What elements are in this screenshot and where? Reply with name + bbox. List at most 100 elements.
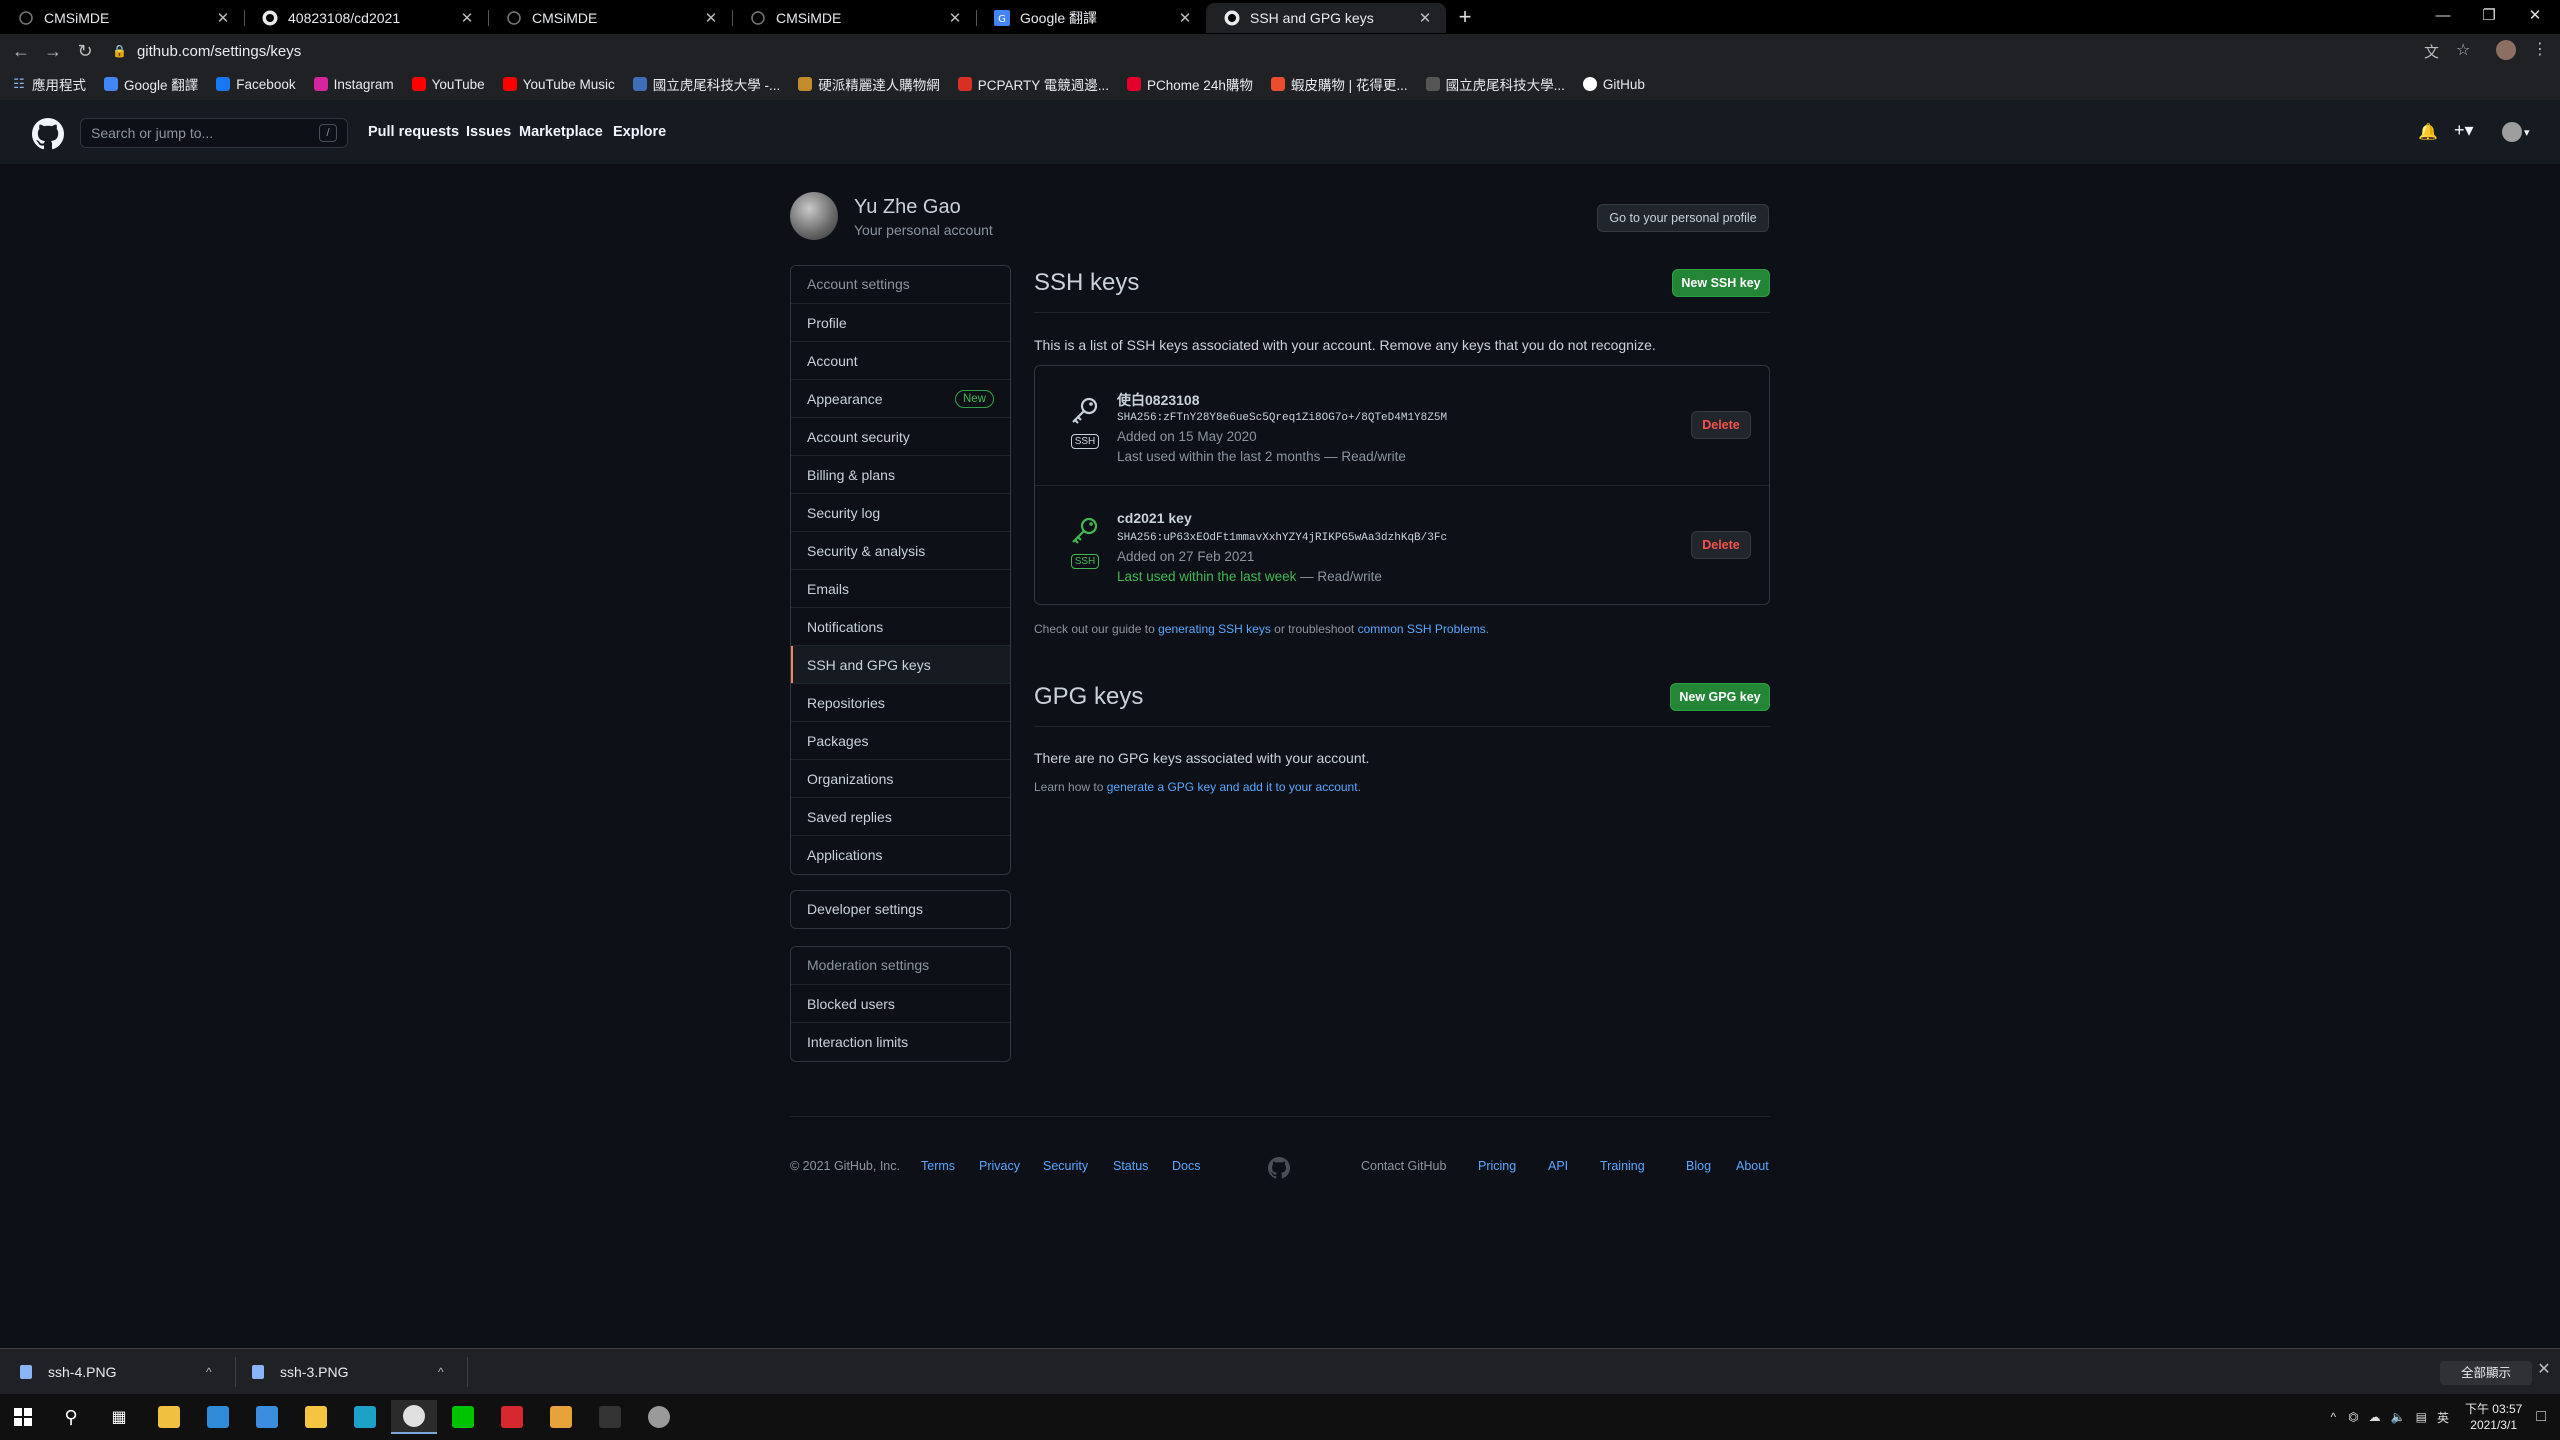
footer-link-blog[interactable]: Blog [1686,1159,1711,1173]
github-logo-icon[interactable] [32,118,64,150]
reload-button[interactable]: ↻ [72,38,98,64]
sidebar-item-account[interactable]: Account [791,342,1010,380]
sidebar-item-notifications[interactable]: Notifications [791,608,1010,646]
close-icon[interactable]: ✕ [2532,1359,2556,1379]
sidebar-item-security-log[interactable]: Security log [791,494,1010,532]
close-icon[interactable]: ✕ [1176,9,1194,27]
footer-link-pricing[interactable]: Pricing [1478,1159,1516,1173]
sidebar-item-packages[interactable]: Packages [791,722,1010,760]
bookmark-item[interactable]: GitHub [1582,77,1645,92]
generate-gpg-key-link[interactable]: generate a GPG key and add it to your ac… [1107,780,1358,794]
translate-icon[interactable]: 文 [2424,41,2439,62]
browser-tab[interactable]: CMSiMDE ✕ [732,3,976,33]
bookmark-item[interactable]: YouTube [411,77,485,92]
windows-start-icon[interactable] [0,1400,46,1434]
bookmark-item[interactable]: Instagram [313,77,394,92]
chevron-down-icon[interactable]: ▾ [2524,126,2530,139]
bookmark-item[interactable]: PCPARTY 電競週邊... [957,74,1109,94]
go-to-profile-button[interactable]: Go to your personal profile [1597,204,1769,232]
close-icon[interactable]: ✕ [702,9,720,27]
sidebar-item-blocked-users[interactable]: Blocked users [791,985,1010,1023]
chevron-up-icon[interactable]: ^ [2331,1410,2337,1424]
close-window-button[interactable]: ✕ [2512,2,2558,30]
sidebar-item-billing-plans[interactable]: Billing & plans [791,456,1010,494]
azure-icon[interactable] [195,1400,241,1434]
footer-link-status[interactable]: Status [1113,1159,1148,1173]
sidebar-item-developer-settings[interactable]: Developer settings [791,891,1010,928]
search-icon[interactable]: ⚲ [48,1400,94,1434]
sidebar-item-saved-replies[interactable]: Saved replies [791,798,1010,836]
user-avatar-menu[interactable] [2502,122,2522,142]
close-icon[interactable]: ✕ [214,9,232,27]
app-round-icon[interactable] [636,1400,682,1434]
bookmark-item[interactable]: YouTube Music [502,77,615,92]
notifications-bell-icon[interactable]: 🔔 [2418,122,2438,142]
bookmark-item[interactable]: 國立虎尾科技大學... [1425,74,1565,94]
browser-tab[interactable]: SSH and GPG keys ✕ [1206,3,1446,33]
generating-ssh-keys-link[interactable]: generating SSH keys [1158,622,1271,636]
footer-link-api[interactable]: API [1548,1159,1568,1173]
footer-contact-link[interactable]: Contact GitHub [1361,1159,1446,1173]
common-ssh-problems-link[interactable]: common SSH Problems [1358,622,1486,636]
star-icon[interactable]: ☆ [2456,40,2470,60]
chevron-up-icon[interactable]: ^ [206,1365,212,1379]
address-bar[interactable]: 🔒 github.com/settings/keys [112,37,2470,65]
clock[interactable]: 下午 03:57 2021/3/1 [2465,1401,2522,1433]
show-all-downloads-button[interactable]: 全部顯示 [2440,1361,2532,1385]
bookmark-item[interactable]: Google 翻譯 [104,74,198,94]
download-item[interactable]: ssh-3.PNG ^ [252,1357,452,1387]
sidebar-item-applications[interactable]: Applications [791,836,1010,874]
notification-center-icon[interactable]: □ [2536,1408,2546,1426]
sidebar-item-emails[interactable]: Emails [791,570,1010,608]
github-footer-logo-icon[interactable] [1268,1157,1290,1179]
terminal-icon[interactable] [587,1400,633,1434]
new-gpg-key-button[interactable]: New GPG key [1670,683,1770,711]
browser-tab[interactable]: G Google 翻譯 ✕ [976,3,1206,33]
download-item[interactable]: ssh-4.PNG ^ [20,1357,220,1387]
create-new-plus-icon[interactable]: +▾ [2454,120,2474,141]
line-icon[interactable] [440,1400,486,1434]
nav-marketplace[interactable]: Marketplace [519,124,603,140]
ime-indicator[interactable]: 英 [2437,1409,2449,1426]
sidebar-item-profile[interactable]: Profile [791,304,1010,342]
illustrator-app-icon[interactable] [538,1400,584,1434]
chrome-icon[interactable] [391,1400,437,1434]
chevron-up-icon[interactable]: ^ [438,1365,444,1379]
cloud-icon[interactable]: ☁ [2369,1410,2381,1424]
search-input[interactable]: Search or jump to... / [80,118,348,148]
forward-button[interactable]: → [40,38,66,64]
explorer-icon[interactable] [293,1400,339,1434]
menu-kebab-icon[interactable]: ⋮ [2532,39,2548,59]
footer-link-security[interactable]: Security [1043,1159,1088,1173]
delete-key-button[interactable]: Delete [1691,531,1751,559]
bookmark-item[interactable]: 蝦皮購物 | 花得更... [1270,74,1408,94]
back-button[interactable]: ← [8,38,34,64]
volume-icon[interactable]: 🔈 [2391,1410,2406,1424]
sidebar-item-interaction-limits[interactable]: Interaction limits [791,1023,1010,1061]
edge-icon[interactable] [342,1400,388,1434]
new-tab-button[interactable]: + [1452,6,1478,30]
browser-tab[interactable]: 40823108/cd2021 ✕ [244,3,488,33]
nav-explore[interactable]: Explore [613,124,666,140]
network-icon[interactable]: ▤ [2416,1410,2427,1424]
acrobat-icon[interactable] [489,1400,535,1434]
sidebar-item-organizations[interactable]: Organizations [791,760,1010,798]
task-view-icon[interactable]: ▦ [96,1400,142,1434]
nav-issues[interactable]: Issues [466,124,511,140]
nav-pull-requests[interactable]: Pull requests [368,124,459,140]
footer-link-privacy[interactable]: Privacy [979,1159,1020,1173]
sidebar-item-ssh-and-gpg-keys[interactable]: SSH and GPG keys [791,646,1010,684]
close-icon[interactable]: ✕ [946,9,964,27]
minimize-button[interactable]: — [2420,2,2466,30]
sidebar-item-account-security[interactable]: Account security [791,418,1010,456]
sidebar-item-security-analysis[interactable]: Security & analysis [791,532,1010,570]
mail-icon[interactable] [244,1400,290,1434]
footer-link-terms[interactable]: Terms [921,1159,955,1173]
usb-icon[interactable]: ⏣ [2348,1410,2358,1424]
sidebar-item-repositories[interactable]: Repositories [791,684,1010,722]
close-icon[interactable]: ✕ [458,9,476,27]
delete-key-button[interactable]: Delete [1691,411,1751,439]
profile-avatar-icon[interactable] [2496,40,2516,60]
browser-tab[interactable]: CMSiMDE ✕ [0,3,244,33]
sidebar-item-appearance[interactable]: Appearance New [791,380,1010,418]
